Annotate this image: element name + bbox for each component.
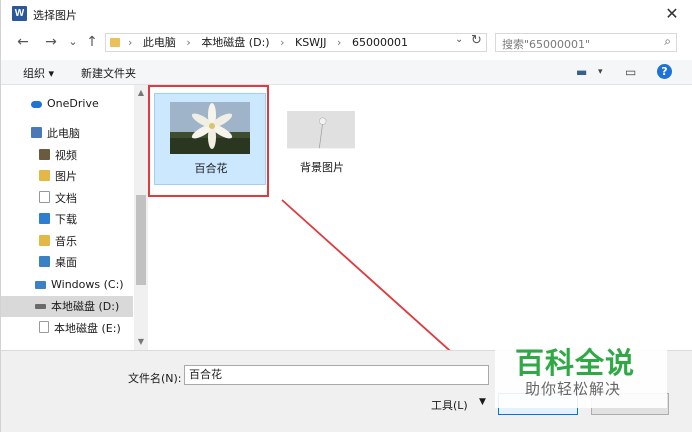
sidebar-item-downloads[interactable]: 下载 bbox=[1, 209, 148, 230]
crumb-drive-d[interactable]: 本地磁盘 (D:) bbox=[201, 36, 269, 49]
sidebar-item-documents[interactable]: 文档 bbox=[1, 188, 148, 209]
file-name-lily: 百合花 bbox=[194, 162, 228, 175]
drive-icon bbox=[35, 304, 46, 309]
file-item-background[interactable]: 背景图片 bbox=[266, 93, 378, 185]
breadcrumb: › 此电脑 › 本地磁盘 (D:) › KSWJJ › 65000001 bbox=[128, 34, 408, 51]
word-app-icon: W bbox=[12, 6, 27, 21]
downloads-folder-icon bbox=[39, 213, 50, 224]
organize-button[interactable]: 组织 ▾ bbox=[23, 65, 54, 81]
sidebar-item-videos[interactable]: 视频 bbox=[1, 145, 148, 166]
address-bar[interactable]: › 此电脑 › 本地磁盘 (D:) › KSWJJ › 65000001 bbox=[105, 33, 487, 52]
close-button[interactable]: ✕ bbox=[661, 3, 683, 25]
filename-label: 文件名(N): bbox=[128, 372, 182, 385]
drive-icon bbox=[39, 321, 49, 333]
file-list: 百合花 背景图片 bbox=[148, 85, 692, 350]
scroll-down-icon[interactable]: ▼ bbox=[134, 337, 148, 346]
cloud-icon bbox=[31, 101, 42, 108]
sidebar-item-onedrive[interactable]: OneDrive bbox=[1, 93, 148, 114]
scroll-thumb[interactable] bbox=[136, 195, 146, 285]
watermark: 百科全说 助你轻松解决 bbox=[495, 338, 667, 408]
sidebar-item-windows-c[interactable]: Windows (C:) bbox=[1, 274, 148, 295]
file-open-dialog: W 选择图片 ✕ ← → ⌄ ↑ › 此电脑 › 本地磁盘 (D:) › KSW… bbox=[0, 0, 692, 432]
background-thumbnail bbox=[287, 111, 355, 149]
file-item-lily[interactable]: 百合花 bbox=[154, 93, 266, 185]
crumb-separator-icon: › bbox=[128, 36, 133, 49]
pictures-folder-icon bbox=[39, 170, 50, 181]
sidebar-item-drive-d[interactable]: 本地磁盘 (D:) bbox=[1, 296, 133, 317]
sidebar-item-drive-e[interactable]: 本地磁盘 (E:) bbox=[1, 318, 148, 339]
scroll-up-icon[interactable]: ▲ bbox=[134, 88, 148, 97]
tools-button[interactable]: 工具(L) bbox=[431, 397, 468, 413]
refresh-icon[interactable]: ↻ bbox=[471, 33, 482, 48]
crumb-kswjj[interactable]: KSWJJ bbox=[295, 36, 327, 49]
search-input[interactable]: 搜索"65000001" bbox=[502, 36, 590, 52]
navigation-pane: OneDrive 此电脑 视频 图片 文档 下载 音乐 桌面 Windows (… bbox=[1, 85, 148, 350]
recent-locations-button[interactable]: ⌄ bbox=[65, 33, 81, 51]
command-bar: 组织 ▾ 新建文件夹 ▬ ▾ ▭ ? bbox=[1, 60, 692, 85]
forward-button[interactable]: → bbox=[43, 33, 59, 51]
desktop-folder-icon bbox=[39, 256, 50, 267]
address-dropdown-icon[interactable]: ⌄ bbox=[455, 34, 463, 45]
documents-folder-icon bbox=[39, 191, 50, 203]
sidebar-item-music[interactable]: 音乐 bbox=[1, 231, 148, 252]
filename-input[interactable]: 百合花 bbox=[184, 365, 489, 385]
crumb-65000001[interactable]: 65000001 bbox=[352, 36, 408, 49]
back-button[interactable]: ← bbox=[15, 33, 31, 51]
computer-icon bbox=[31, 127, 42, 138]
help-icon[interactable]: ? bbox=[657, 64, 672, 79]
lily-thumbnail bbox=[170, 102, 250, 154]
folder-icon bbox=[110, 38, 120, 47]
crumb-separator-icon[interactable]: › bbox=[280, 36, 284, 49]
crumb-this-pc[interactable]: 此电脑 bbox=[143, 36, 176, 49]
watermark-subtitle: 助你轻松解决 bbox=[525, 380, 622, 398]
dialog-title: 选择图片 bbox=[33, 9, 77, 22]
file-name-background: 背景图片 bbox=[300, 161, 344, 174]
view-icon[interactable]: ▬ bbox=[576, 65, 587, 79]
search-icon[interactable]: ⌕ bbox=[664, 34, 671, 49]
up-button[interactable]: ↑ bbox=[84, 33, 100, 51]
title-bar: W 选择图片 ✕ bbox=[1, 0, 692, 28]
sidebar-item-desktop[interactable]: 桌面 bbox=[1, 252, 148, 273]
view-dropdown-icon[interactable]: ▾ bbox=[598, 67, 603, 77]
video-folder-icon bbox=[39, 149, 50, 160]
windows-drive-icon bbox=[35, 281, 46, 289]
preview-pane-icon[interactable]: ▭ bbox=[625, 65, 636, 79]
sidebar-scrollbar[interactable]: ▲ ▼ bbox=[134, 85, 148, 350]
sidebar-item-this-pc[interactable]: 此电脑 bbox=[1, 123, 148, 144]
search-box[interactable]: 搜索"65000001" ⌕ bbox=[495, 33, 677, 52]
crumb-separator-icon[interactable]: › bbox=[337, 36, 341, 49]
music-folder-icon bbox=[39, 235, 50, 246]
sidebar-item-pictures[interactable]: 图片 bbox=[1, 166, 148, 187]
crumb-separator-icon[interactable]: › bbox=[186, 36, 190, 49]
new-folder-button[interactable]: 新建文件夹 bbox=[81, 65, 136, 81]
tools-dropdown-icon[interactable]: ▼ bbox=[479, 397, 486, 407]
watermark-title: 百科全说 bbox=[515, 346, 636, 380]
